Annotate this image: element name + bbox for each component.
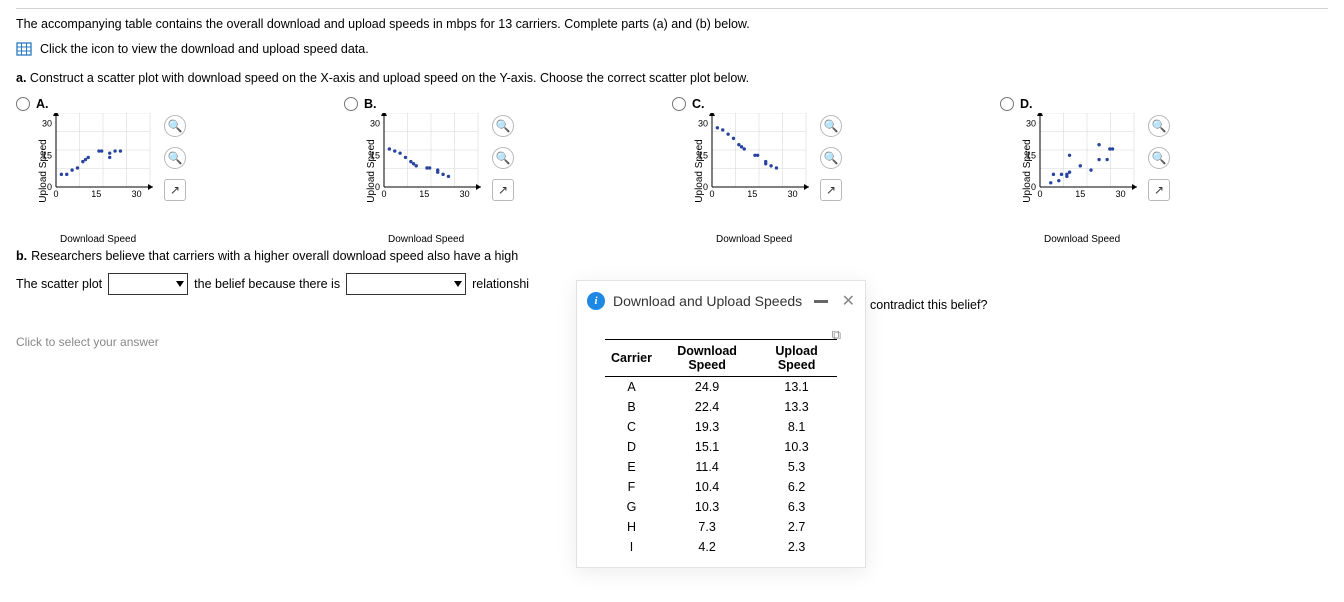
zoom-in-icon[interactable]: 🔍 (1148, 115, 1170, 137)
zoom-out-icon[interactable]: 🔍 (164, 147, 186, 169)
zoom-out-icon[interactable]: 🔍 (1148, 147, 1170, 169)
zoom-in-icon[interactable]: 🔍 (820, 115, 842, 137)
option-radio-c[interactable] (672, 97, 686, 111)
svg-text:15: 15 (698, 150, 708, 160)
zoom-out-icon[interactable]: 🔍 (820, 147, 842, 169)
svg-text:15: 15 (419, 189, 429, 199)
close-icon[interactable]: ✕ (842, 291, 855, 311)
data-table: CarrierDownload SpeedUpload Speed A24.91… (605, 339, 837, 557)
scatter-plot-b: Upload Speed 0015153030 Download Speed (348, 111, 488, 231)
scatter-plot-c: Upload Speed 0015153030 Download Speed (676, 111, 816, 231)
data-dialog: i Download and Upload Speeds ✕ ⧉ Carrier… (576, 280, 866, 568)
scatter-plot-a: Upload Speed 0015153030 Download Speed (20, 111, 160, 231)
svg-text:0: 0 (53, 189, 58, 199)
svg-text:15: 15 (91, 189, 101, 199)
part-b-text-before: Researchers believe that carriers with a… (31, 249, 518, 263)
answer-t3: relationshi (472, 277, 529, 291)
table-header: Carrier (605, 340, 658, 377)
svg-text:0: 0 (703, 182, 708, 192)
popout-icon[interactable]: ↗ (1148, 179, 1170, 201)
svg-text:30: 30 (788, 189, 798, 199)
svg-text:30: 30 (132, 189, 142, 199)
svg-text:30: 30 (1026, 119, 1036, 129)
svg-text:15: 15 (370, 150, 380, 160)
table-row: D15.110.3 (605, 437, 837, 457)
popout-icon[interactable]: ↗ (820, 179, 842, 201)
table-icon[interactable] (16, 41, 32, 57)
option-label: A. (36, 97, 49, 111)
dialog-title: Download and Upload Speeds (613, 293, 806, 309)
answer-t1: The scatter plot (16, 277, 102, 291)
table-header: Download Speed (658, 340, 756, 377)
popout-icon[interactable]: ↗ (492, 179, 514, 201)
svg-text:30: 30 (370, 119, 380, 129)
table-row: B22.413.3 (605, 397, 837, 417)
dropdown-2[interactable] (346, 273, 466, 295)
table-header: Upload Speed (756, 340, 837, 377)
option-radio-a[interactable] (16, 97, 30, 111)
svg-text:30: 30 (698, 119, 708, 129)
option-label: D. (1020, 97, 1033, 111)
svg-text:0: 0 (47, 182, 52, 192)
svg-text:15: 15 (1026, 150, 1036, 160)
zoom-in-icon[interactable]: 🔍 (164, 115, 186, 137)
option-radio-d[interactable] (1000, 97, 1014, 111)
popout-icon[interactable]: ↗ (164, 179, 186, 201)
dropdown-1[interactable] (108, 273, 188, 295)
svg-text:15: 15 (1075, 189, 1085, 199)
table-row: G10.36.3 (605, 497, 837, 517)
option-label: C. (692, 97, 705, 111)
svg-text:0: 0 (709, 189, 714, 199)
info-icon: i (587, 292, 605, 310)
table-row: H7.32.7 (605, 517, 837, 537)
chevron-down-icon (176, 281, 184, 287)
question-intro: The accompanying table contains the over… (16, 17, 1328, 31)
svg-text:0: 0 (1031, 182, 1036, 192)
zoom-in-icon[interactable]: 🔍 (492, 115, 514, 137)
option-label: B. (364, 97, 377, 111)
part-a-prefix: a. (16, 71, 26, 85)
table-row: I4.22.3 (605, 537, 837, 557)
minimize-icon[interactable] (814, 300, 828, 303)
scatter-plot-d: Upload Speed 0015153030 Download Speed (1004, 111, 1144, 231)
option-radio-b[interactable] (344, 97, 358, 111)
table-row: F10.46.2 (605, 477, 837, 497)
answer-t2: the belief because there is (194, 277, 340, 291)
svg-text:15: 15 (747, 189, 757, 199)
svg-text:30: 30 (460, 189, 470, 199)
svg-text:30: 30 (42, 119, 52, 129)
svg-text:0: 0 (1037, 189, 1042, 199)
table-row: A24.913.1 (605, 377, 837, 398)
part-b-text-after: contradict this belief? (870, 298, 987, 312)
part-b-prefix: b. (16, 249, 27, 263)
svg-text:0: 0 (381, 189, 386, 199)
zoom-out-icon[interactable]: 🔍 (492, 147, 514, 169)
svg-text:30: 30 (1116, 189, 1126, 199)
table-row: E11.45.3 (605, 457, 837, 477)
svg-text:15: 15 (42, 150, 52, 160)
part-a-text: Construct a scatter plot with download s… (30, 71, 749, 85)
copy-icon[interactable]: ⧉ (832, 327, 841, 343)
chevron-down-icon (454, 281, 462, 287)
svg-text:0: 0 (375, 182, 380, 192)
table-row: C19.38.1 (605, 417, 837, 437)
data-link-text[interactable]: Click the icon to view the download and … (40, 42, 369, 56)
